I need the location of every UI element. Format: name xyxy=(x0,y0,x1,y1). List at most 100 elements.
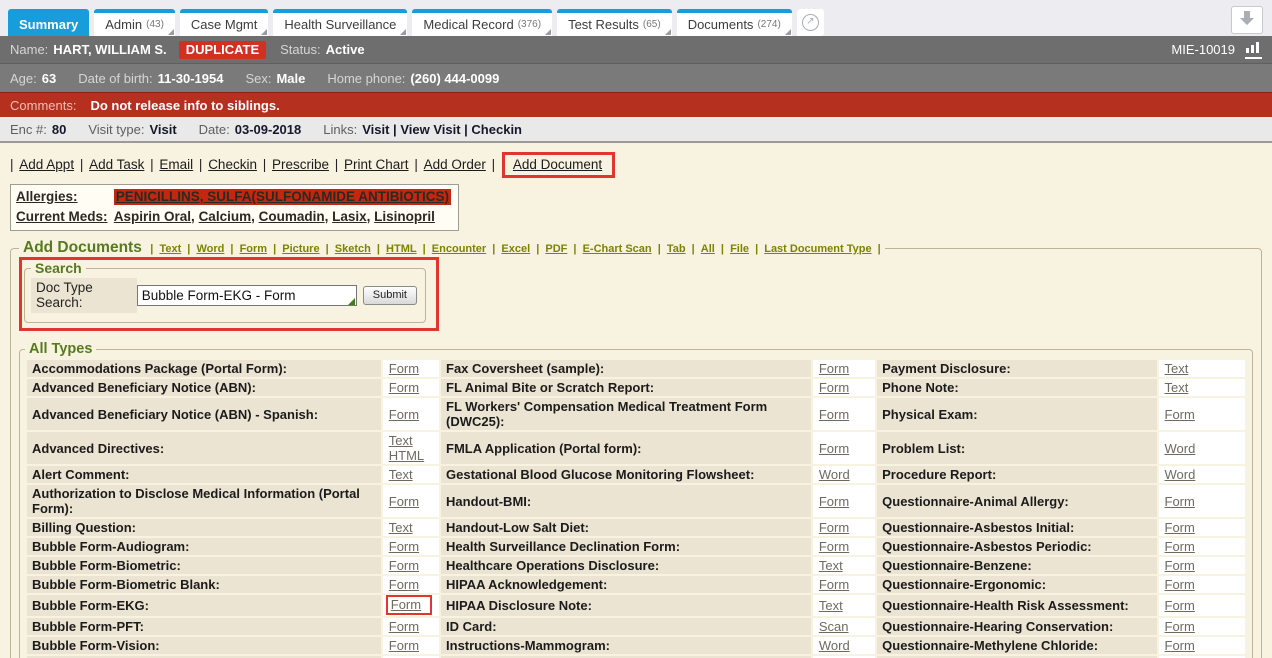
tab-health-surveillance[interactable]: Health Surveillance xyxy=(273,9,407,36)
format-link-html[interactable]: HTML xyxy=(386,243,417,255)
format-link-pdf[interactable]: PDF xyxy=(545,243,567,255)
doc-link-form[interactable]: Form xyxy=(819,520,849,535)
doc-link-word[interactable]: Word xyxy=(1165,441,1196,456)
doc-type-name: Problem List: xyxy=(877,432,1156,464)
doc-link-form[interactable]: Form xyxy=(819,380,849,395)
tab-case-mgmt[interactable]: Case Mgmt xyxy=(180,9,268,36)
tab-admin[interactable]: Admin(43) xyxy=(94,9,175,36)
documents-popout-button[interactable]: ↗ xyxy=(797,9,824,36)
doc-link-form[interactable]: Form xyxy=(389,380,419,395)
format-link-excel[interactable]: Excel xyxy=(501,243,530,255)
allergies-link[interactable]: Allergies: xyxy=(16,189,78,204)
doc-link-word[interactable]: Word xyxy=(819,467,850,482)
format-link-word[interactable]: Word xyxy=(196,243,224,255)
format-link-all[interactable]: All xyxy=(701,243,715,255)
doc-link-form[interactable]: Form xyxy=(391,597,421,612)
doc-link-form[interactable]: Form xyxy=(1165,619,1195,634)
doc-link-scan[interactable]: Scan xyxy=(819,619,849,634)
doc-link-form[interactable]: Form xyxy=(1165,598,1195,613)
med-link-lasix[interactable]: Lasix xyxy=(332,209,367,224)
doc-type-search-input[interactable] xyxy=(137,285,357,306)
doc-type-name: Gestational Blood Glucose Monitoring Flo… xyxy=(441,466,811,483)
doc-link-form[interactable]: Form xyxy=(389,619,419,634)
doc-link-text[interactable]: Text xyxy=(819,598,843,613)
doc-type-link-cell: Form xyxy=(1159,576,1245,593)
tab-documents[interactable]: Documents(274) xyxy=(677,9,792,36)
doc-link-form[interactable]: Form xyxy=(1165,407,1195,422)
tab-summary[interactable]: Summary xyxy=(8,9,89,36)
doc-link-form[interactable]: Form xyxy=(389,577,419,592)
doc-link-form[interactable]: Form xyxy=(389,407,419,422)
doc-link-word[interactable]: Word xyxy=(819,638,850,653)
enc-link-checkin[interactable]: Checkin xyxy=(471,122,522,137)
med-link-aspirin-oral[interactable]: Aspirin Oral xyxy=(114,209,191,224)
doc-link-text[interactable]: Text xyxy=(389,433,413,448)
doc-link-form[interactable]: Form xyxy=(1165,539,1195,554)
action-link-checkin[interactable]: Checkin xyxy=(208,157,257,172)
doc-type-name: HIPAA Disclosure Note: xyxy=(441,595,811,616)
doc-link-text[interactable]: Text xyxy=(1165,380,1189,395)
doc-link-text[interactable]: Text xyxy=(389,520,413,535)
demographics-bar: Age:63Date of birth:11-30-1954Sex:MaleHo… xyxy=(0,64,1272,92)
format-link-tab[interactable]: Tab xyxy=(667,243,686,255)
doc-link-form[interactable]: Form xyxy=(389,494,419,509)
doc-link-form[interactable]: Form xyxy=(819,577,849,592)
action-link-prescribe[interactable]: Prescribe xyxy=(272,157,329,172)
doc-link-form[interactable]: Form xyxy=(389,638,419,653)
doc-link-form[interactable]: Form xyxy=(389,539,419,554)
submit-button[interactable]: Submit xyxy=(363,286,417,305)
format-link-last-document-type[interactable]: Last Document Type xyxy=(764,243,871,255)
doc-link-form[interactable]: Form xyxy=(819,494,849,509)
doc-link-form[interactable]: Form xyxy=(389,558,419,573)
enc-link-view-visit[interactable]: View Visit xyxy=(400,122,460,137)
allergy-value-link[interactable]: PENICILLINS, SULFA(SULFONAMIDE ANTIBIOTI… xyxy=(114,189,451,205)
format-link-sketch[interactable]: Sketch xyxy=(335,243,371,255)
tab-medical-record[interactable]: Medical Record(376) xyxy=(412,9,552,36)
doc-type-name: Questionnaire-Methylene Chloride: xyxy=(877,637,1156,654)
med-link-coumadin[interactable]: Coumadin xyxy=(259,209,325,224)
doc-link-form[interactable]: Form xyxy=(819,361,849,376)
enc-link-visit[interactable]: Visit xyxy=(362,122,389,137)
format-link-e-chart-scan[interactable]: E-Chart Scan xyxy=(583,243,652,255)
doc-link-form[interactable]: Form xyxy=(819,441,849,456)
doc-link-form[interactable]: Form xyxy=(1165,494,1195,509)
action-link-add-task[interactable]: Add Task xyxy=(89,157,144,172)
format-link-text[interactable]: Text xyxy=(159,243,181,255)
current-meds-link[interactable]: Current Meds: xyxy=(16,209,108,224)
doc-type-link-cell: TextHTML xyxy=(383,432,439,464)
enc-links-label: Links: xyxy=(323,122,357,137)
patient-name: HART, WILLIAM S. xyxy=(53,42,166,57)
doc-link-form[interactable]: Form xyxy=(819,407,849,422)
comments-text: Do not release info to siblings. xyxy=(90,98,279,113)
doc-link-html[interactable]: HTML xyxy=(389,448,424,463)
action-link-email[interactable]: Email xyxy=(159,157,193,172)
format-link-picture[interactable]: Picture xyxy=(282,243,319,255)
doc-type-name: Payment Disclosure: xyxy=(877,360,1156,377)
action-link-add-appt[interactable]: Add Appt xyxy=(19,157,74,172)
doc-link-form[interactable]: Form xyxy=(389,361,419,376)
doc-link-word[interactable]: Word xyxy=(1165,467,1196,482)
format-link-form[interactable]: Form xyxy=(240,243,268,255)
format-link-encounter[interactable]: Encounter xyxy=(432,243,486,255)
action-link-add-order[interactable]: Add Order xyxy=(424,157,486,172)
doc-link-form[interactable]: Form xyxy=(1165,577,1195,592)
format-link-file[interactable]: File xyxy=(730,243,749,255)
doc-link-form[interactable]: Form xyxy=(1165,520,1195,535)
flowsheet-chart-icon[interactable] xyxy=(1245,41,1262,59)
doc-link-form[interactable]: Form xyxy=(1165,638,1195,653)
doc-link-text[interactable]: Text xyxy=(819,558,843,573)
action-link-print-chart[interactable]: Print Chart xyxy=(344,157,409,172)
doc-link-text[interactable]: Text xyxy=(389,467,413,482)
doc-link-form[interactable]: Form xyxy=(1165,558,1195,573)
table-row: Bubble Form-PFT:FormID Card:ScanQuestion… xyxy=(27,618,1245,635)
doc-link-form[interactable]: Form xyxy=(819,539,849,554)
doc-link-text[interactable]: Text xyxy=(1165,361,1189,376)
tab-test-results[interactable]: Test Results(65) xyxy=(557,9,672,36)
action-link-add-document[interactable]: Add Document xyxy=(513,157,602,172)
med-link-calcium[interactable]: Calcium xyxy=(199,209,252,224)
demographic-field: Sex:Male xyxy=(245,71,305,86)
add-documents-panel: Add Documents | Text | Word | Form | Pic… xyxy=(10,239,1262,658)
med-link-lisinopril[interactable]: Lisinopril xyxy=(374,209,435,224)
download-button[interactable] xyxy=(1231,6,1263,34)
doc-type-link-cell: Form xyxy=(1159,485,1245,517)
